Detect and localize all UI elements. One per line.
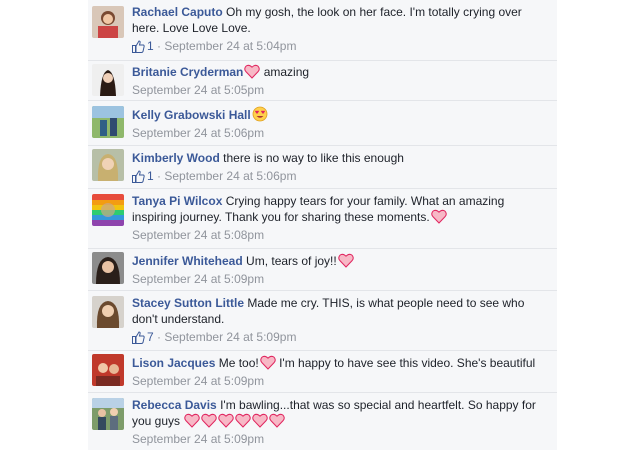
heart-icon (218, 413, 235, 428)
separator: · (153, 169, 165, 183)
heart-icon (244, 64, 261, 79)
like-count[interactable]: 7 (147, 330, 154, 344)
comment-text: Me too! (218, 356, 259, 370)
commenter-name[interactable]: Rachael Caputo (132, 5, 223, 19)
commenter-name[interactable]: Kimberly Wood (132, 151, 220, 165)
timestamp[interactable]: September 24 at 5:08pm (132, 228, 264, 242)
heart-icon (430, 209, 447, 224)
comment-item: Rebecca Davis I'm bawling...that was so … (88, 392, 557, 450)
comment-text-continued: I'm happy to have see this video. She's … (275, 356, 536, 370)
heart-icon (184, 413, 201, 428)
heart-icon (201, 413, 218, 428)
avatar[interactable] (92, 6, 124, 38)
comment-item: Stacey Sutton Little Made me cry. THIS, … (88, 290, 557, 351)
thumbs-up-icon[interactable] (132, 331, 145, 344)
commenter-name[interactable]: Britanie Cryderman (132, 65, 243, 79)
timestamp[interactable]: September 24 at 5:09pm (164, 330, 296, 344)
avatar[interactable] (92, 354, 124, 386)
thumbs-up-icon[interactable] (132, 170, 145, 183)
comment-meta: September 24 at 5:08pm (132, 227, 547, 243)
timestamp[interactable]: September 24 at 5:05pm (132, 83, 264, 97)
like-count[interactable]: 1 (147, 169, 154, 183)
avatar[interactable] (92, 398, 124, 430)
timestamp[interactable]: September 24 at 5:06pm (164, 169, 296, 183)
heart-icon (269, 413, 286, 428)
comment-meta: September 24 at 5:09pm (132, 373, 547, 389)
comment-text: there is no way to like this enough (223, 151, 404, 165)
timestamp[interactable]: September 24 at 5:09pm (132, 374, 264, 388)
heart-icons (183, 413, 286, 428)
timestamp[interactable]: September 24 at 5:04pm (164, 39, 296, 53)
like-count[interactable]: 1 (147, 39, 154, 53)
comment-item: Kimberly Wood there is no way to like th… (88, 145, 557, 189)
timestamp[interactable]: September 24 at 5:09pm (132, 272, 264, 286)
avatar[interactable] (92, 106, 124, 138)
comment-item: Jennifer Whitehead Um, tears of joy!! Se… (88, 248, 557, 291)
comment-item: Lison Jacques Me too! I'm happy to have … (88, 350, 557, 393)
heart-icon (235, 413, 252, 428)
commenter-name[interactable]: Jennifer Whitehead (132, 254, 243, 268)
comment-text: Um, tears of joy!! (246, 254, 337, 268)
avatar[interactable] (92, 64, 124, 96)
comment-item: Rachael Caputo Oh my gosh, the look on h… (88, 0, 557, 61)
comment-meta: September 24 at 5:05pm (132, 82, 547, 98)
comment-meta: 1 · September 24 at 5:06pm (132, 168, 547, 184)
commenter-name[interactable]: Lison Jacques (132, 356, 215, 370)
separator: · (153, 330, 165, 344)
commenter-name[interactable]: Rebecca Davis (132, 398, 217, 412)
comment-item: Kelly Grabowski Hall September 24 at 5:0… (88, 100, 557, 146)
comment-text: amazing (260, 65, 310, 79)
heart-icon (252, 413, 269, 428)
comment-meta: 1 · September 24 at 5:04pm (132, 38, 547, 54)
comment-meta: September 24 at 5:09pm (132, 431, 547, 447)
avatar[interactable] (92, 149, 124, 181)
thumbs-up-icon[interactable] (132, 40, 145, 53)
heart-eyes-emoji-icon (252, 106, 268, 122)
heart-icon (260, 355, 276, 370)
comment-item: Tanya Pi Wilcox Crying happy tears for y… (88, 188, 557, 249)
timestamp[interactable]: September 24 at 5:06pm (132, 126, 264, 140)
separator: · (153, 39, 165, 53)
avatar[interactable] (92, 194, 124, 226)
commenter-name[interactable]: Tanya Pi Wilcox (132, 194, 222, 208)
avatar[interactable] (92, 252, 124, 284)
comment-list: Rachael Caputo Oh my gosh, the look on h… (88, 0, 557, 450)
commenter-name[interactable]: Kelly Grabowski Hall (132, 108, 251, 122)
comment-meta: September 24 at 5:06pm (132, 125, 547, 141)
comment-meta: 7 · September 24 at 5:09pm (132, 329, 547, 345)
avatar[interactable] (92, 296, 124, 328)
commenter-name[interactable]: Stacey Sutton Little (132, 296, 244, 310)
comment-item: Britanie Cryderman amazing September 24 … (88, 60, 557, 101)
comment-meta: September 24 at 5:09pm (132, 271, 547, 287)
timestamp[interactable]: September 24 at 5:09pm (132, 432, 264, 446)
heart-icon (337, 253, 354, 268)
